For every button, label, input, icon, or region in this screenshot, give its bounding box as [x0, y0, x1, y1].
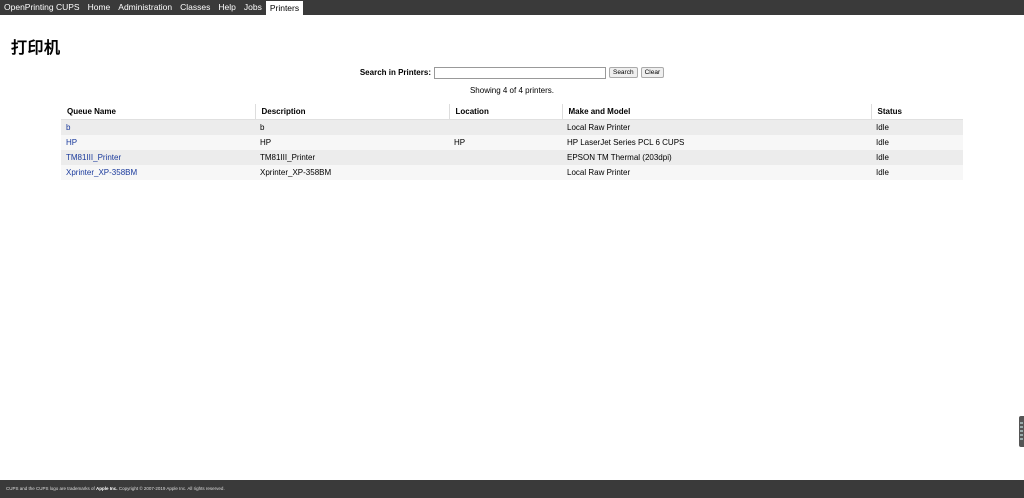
grip-icon: [1020, 422, 1023, 441]
nav-classes[interactable]: Classes: [176, 0, 214, 15]
printers-table: Queue Name Description Location Make and…: [61, 104, 963, 180]
nav-printers[interactable]: Printers: [265, 0, 304, 15]
clear-button[interactable]: Clear: [640, 67, 665, 78]
nav-help[interactable]: Help: [214, 0, 239, 15]
cell-description: b: [255, 119, 449, 135]
cell-description: HP: [255, 135, 449, 150]
printer-link[interactable]: Xprinter_XP-358BM: [66, 168, 137, 177]
top-nav-bar: OpenPrinting CUPS Home Administration Cl…: [0, 0, 1024, 15]
header-make-and-model[interactable]: Make and Model: [561, 104, 871, 120]
table-row: Xprinter_XP-358BM Xprinter_XP-358BM Loca…: [61, 165, 963, 180]
cell-location: [449, 150, 562, 165]
cell-make-and-model: EPSON TM Thermal (203dpi): [562, 150, 871, 165]
cell-queue-name: HP: [61, 135, 255, 150]
cell-description: TM81III_Printer: [255, 150, 449, 165]
footer-prefix: CUPS and the CUPS logo are trademarks of: [6, 486, 97, 491]
table-row: HP HP HP HP LaserJet Series PCL 6 CUPS I…: [61, 135, 963, 150]
page-title: 打印机: [11, 38, 61, 57]
printer-link[interactable]: HP: [66, 138, 77, 147]
cell-status: Idle: [871, 165, 963, 180]
side-panel-handle[interactable]: [1019, 416, 1024, 447]
search-label: Search in Printers:: [359, 68, 431, 77]
cell-queue-name: TM81III_Printer: [61, 150, 255, 165]
printer-link[interactable]: TM81III_Printer: [66, 153, 121, 162]
footer-suffix: Copyright © 2007-2019 Apple Inc. All rig…: [117, 486, 225, 491]
nav-home[interactable]: Home: [84, 0, 115, 15]
header-status[interactable]: Status: [870, 104, 963, 120]
cell-location: [449, 165, 562, 180]
footer: CUPS and the CUPS logo are trademarks of…: [0, 480, 1024, 498]
printer-link[interactable]: b: [66, 123, 70, 132]
cell-status: Idle: [871, 150, 963, 165]
cell-location: [449, 119, 562, 135]
cell-make-and-model: Local Raw Printer: [562, 119, 871, 135]
table-row: b b Local Raw Printer Idle: [61, 119, 963, 135]
cell-make-and-model: HP LaserJet Series PCL 6 CUPS: [562, 135, 871, 150]
table-header-row: Queue Name Description Location Make and…: [61, 104, 963, 120]
search-form: Search in Printers: Search Clear: [0, 66, 1024, 79]
cell-status: Idle: [871, 135, 963, 150]
footer-company: Apple Inc.: [96, 486, 118, 491]
cell-description: Xprinter_XP-358BM: [255, 165, 449, 180]
nav-openprinting-cups[interactable]: OpenPrinting CUPS: [0, 0, 84, 15]
search-input[interactable]: [433, 66, 606, 79]
table-row: TM81III_Printer TM81III_Printer EPSON TM…: [61, 150, 963, 165]
header-queue-name[interactable]: Queue Name: [61, 104, 255, 120]
cell-location: HP: [449, 135, 562, 150]
showing-count: Showing 4 of 4 printers.: [469, 86, 555, 95]
cell-make-and-model: Local Raw Printer: [562, 165, 871, 180]
cell-status: Idle: [871, 119, 963, 135]
nav-jobs[interactable]: Jobs: [240, 0, 266, 15]
nav-administration[interactable]: Administration: [114, 0, 176, 15]
cell-queue-name: Xprinter_XP-358BM: [61, 165, 255, 180]
header-description[interactable]: Description: [254, 104, 449, 120]
search-button[interactable]: Search: [608, 67, 638, 78]
header-location[interactable]: Location: [448, 104, 562, 120]
cell-queue-name: b: [61, 119, 255, 135]
